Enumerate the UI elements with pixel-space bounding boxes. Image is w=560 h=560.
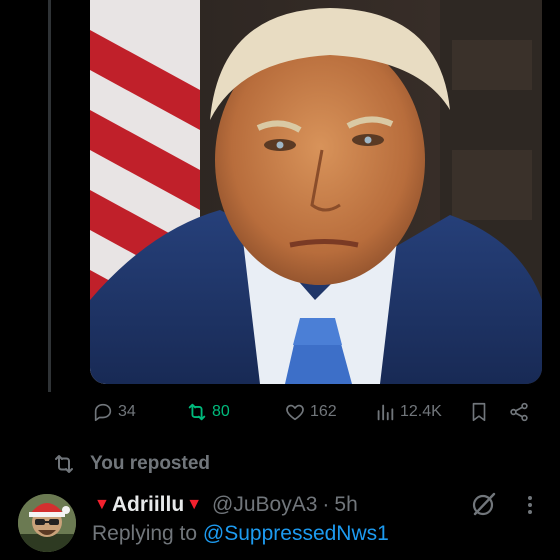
heart-icon [286,404,304,421]
repost-banner-text: You reposted [90,453,210,474]
bookmark-icon [472,402,486,422]
portrait-photo [90,0,542,384]
thread-connector-line [48,0,51,392]
reply-icon [94,403,112,422]
separator-dot: · [322,493,330,516]
views-button[interactable]: 12.4K [374,398,442,426]
post-action-bar: 34 80 162 12.4K [90,398,542,426]
like-button[interactable]: 162 [284,398,337,426]
share-button[interactable] [508,398,530,426]
repost-icon [55,455,73,473]
red-triangle-emoji: ▼ [186,496,203,513]
views-chart-icon [377,404,394,421]
repost-icon [188,403,206,421]
replying-prefix: Replying to [92,522,198,545]
reply-count: 34 [118,403,136,420]
repost-count: 80 [212,403,230,420]
repost-button[interactable]: 80 [186,398,230,426]
more-vertical-icon[interactable] [520,492,540,518]
red-triangle-emoji: ▼ [94,496,110,513]
grok-icon[interactable] [470,490,498,518]
post-media-image[interactable] [90,0,542,384]
replying-to-mention[interactable]: @SuppressedNws1 [203,522,389,545]
share-icon [510,402,528,422]
user-handle[interactable]: @JuBoyA3 [212,493,317,517]
reply-button[interactable]: 34 [92,398,136,426]
post-time[interactable]: 5h [334,493,357,517]
display-name[interactable]: Adriillu [112,493,184,517]
avatar[interactable] [18,494,76,552]
tweet-header: ▼ Adriillu ▼ @JuBoyA3 · 5h [92,489,358,521]
like-count: 162 [310,403,337,420]
bookmark-button[interactable] [468,398,490,426]
view-count: 12.4K [400,403,442,420]
avatar-image [18,494,76,552]
replying-to-line: Replying to @SuppressedNws1 [92,522,389,546]
repost-banner: You reposted [52,451,210,477]
